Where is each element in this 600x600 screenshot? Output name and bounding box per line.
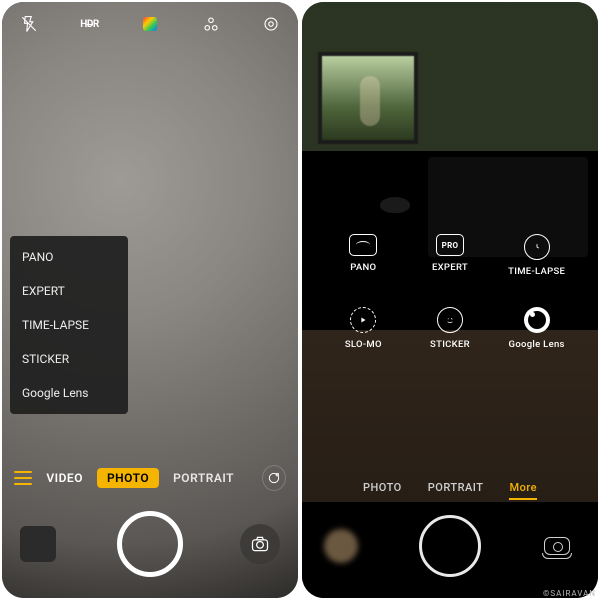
grid-label: TIME-LAPSE bbox=[508, 266, 565, 277]
gallery-thumbnail[interactable] bbox=[20, 526, 56, 562]
mode-portrait-r[interactable]: PORTRAIT bbox=[428, 481, 484, 494]
background-mouse bbox=[380, 197, 410, 213]
watermark: ©SAIRAVAN bbox=[543, 589, 596, 598]
mode-photo[interactable]: PHOTO bbox=[97, 468, 159, 488]
dazzle-color-icon[interactable] bbox=[262, 465, 286, 491]
mode-selector-left: VIDEO PHOTO PORTRAIT bbox=[2, 460, 298, 496]
menu-item-timelapse[interactable]: TIME-LAPSE bbox=[10, 308, 128, 342]
background-painting bbox=[318, 52, 418, 144]
grid-item-googlelens[interactable]: Google Lens bbox=[493, 307, 580, 350]
slomo-icon bbox=[350, 307, 376, 333]
timelapse-icon bbox=[524, 234, 550, 260]
flash-off-icon[interactable] bbox=[20, 15, 38, 33]
hdr-icon[interactable]: HDR bbox=[81, 15, 99, 33]
menu-item-pano[interactable]: PANO bbox=[10, 240, 128, 274]
hamburger-icon[interactable] bbox=[14, 471, 32, 485]
phone-right: PANO PRO EXPERT TIME-LAPSE SLO-MO bbox=[302, 2, 598, 598]
grid-item-slomo[interactable]: SLO-MO bbox=[320, 307, 407, 350]
shutter-row-right bbox=[302, 504, 598, 588]
gallery-thumbnail-r[interactable] bbox=[324, 529, 358, 563]
settings-gear-icon[interactable] bbox=[262, 15, 280, 33]
more-modes-menu: PANO EXPERT TIME-LAPSE STICKER Google Le… bbox=[10, 236, 128, 414]
ai-scene-icon[interactable] bbox=[202, 15, 220, 33]
mode-portrait[interactable]: PORTRAIT bbox=[173, 471, 234, 485]
grid-item-pano[interactable]: PANO bbox=[320, 234, 407, 277]
pro-icon: PRO bbox=[436, 234, 464, 256]
googlelens-icon bbox=[524, 307, 550, 333]
shutter-button[interactable] bbox=[117, 511, 183, 577]
top-toolbar: HDR bbox=[2, 2, 298, 46]
grid-item-timelapse[interactable]: TIME-LAPSE bbox=[493, 234, 580, 277]
switch-camera-icon[interactable] bbox=[240, 524, 280, 564]
grid-label: SLO-MO bbox=[345, 339, 382, 350]
grid-label: STICKER bbox=[430, 339, 470, 350]
menu-item-googlelens[interactable]: Google Lens bbox=[10, 376, 128, 410]
menu-item-expert[interactable]: EXPERT bbox=[10, 274, 128, 308]
switch-camera-icon-r[interactable] bbox=[538, 532, 576, 560]
grid-item-sticker[interactable]: STICKER bbox=[407, 307, 494, 350]
grid-label: PANO bbox=[350, 262, 376, 273]
more-modes-grid: PANO PRO EXPERT TIME-LAPSE SLO-MO bbox=[302, 234, 598, 350]
shutter-button-r[interactable] bbox=[419, 515, 481, 577]
menu-item-sticker[interactable]: STICKER bbox=[10, 342, 128, 376]
grid-label: Google Lens bbox=[509, 339, 565, 350]
mode-selector-right: PHOTO PORTRAIT More bbox=[302, 472, 598, 502]
shutter-row-left bbox=[2, 500, 298, 588]
sticker-icon bbox=[437, 307, 463, 333]
grid-item-expert[interactable]: PRO EXPERT bbox=[407, 234, 494, 277]
mode-photo-r[interactable]: PHOTO bbox=[363, 481, 402, 494]
color-filter-icon[interactable] bbox=[141, 15, 159, 33]
pano-icon bbox=[349, 234, 377, 256]
mode-more-r[interactable]: More bbox=[509, 481, 537, 494]
phone-left: HDR PANO EXPERT TIME-LAPSE STICKER Googl… bbox=[2, 2, 298, 598]
mode-video[interactable]: VIDEO bbox=[46, 471, 83, 485]
grid-label: EXPERT bbox=[432, 262, 468, 273]
